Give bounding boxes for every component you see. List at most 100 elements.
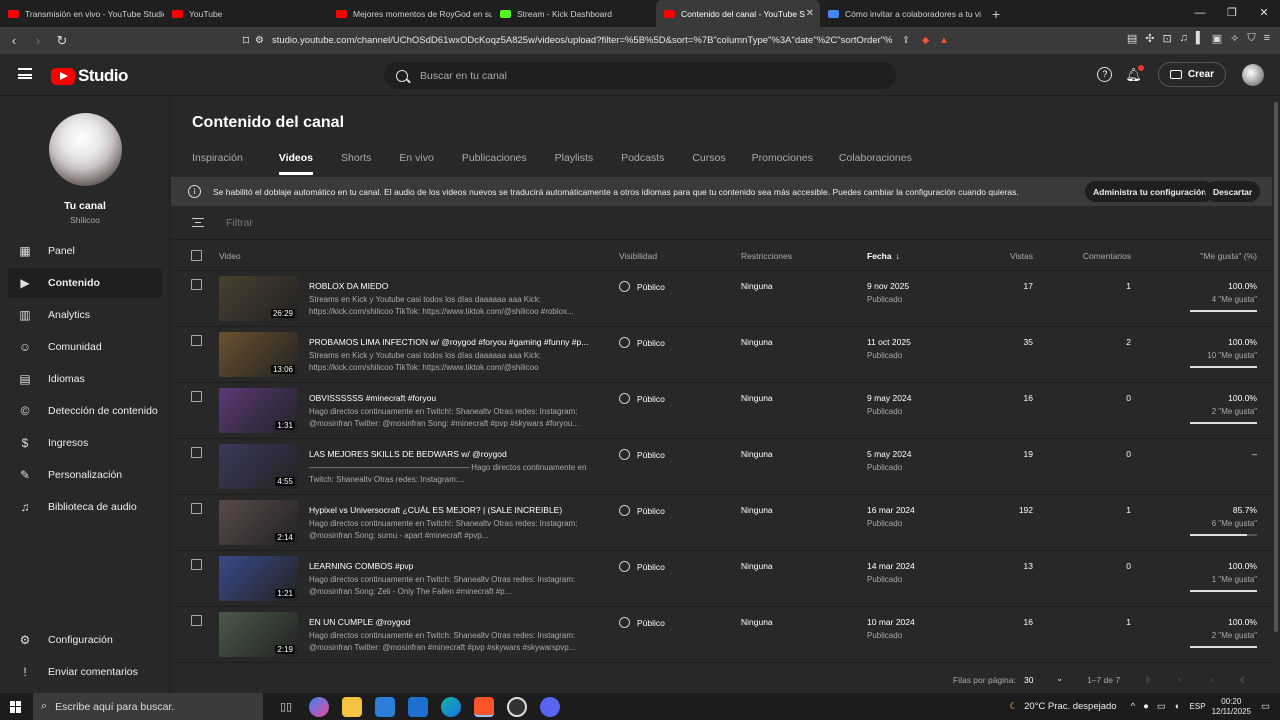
video-title[interactable]: PROBAMOS LIMA INFECTION w/ @roygod #fory…: [309, 337, 599, 347]
sidebar-item[interactable]: © Detección de contenido: [8, 396, 162, 426]
close-window-icon[interactable]: ✕: [1248, 0, 1280, 27]
sidebar-item[interactable]: ! Enviar comentarios: [8, 657, 162, 687]
col-likes[interactable]: "Me gusta" (%): [1200, 251, 1257, 261]
col-views[interactable]: Vistas: [1010, 251, 1033, 261]
share-icon[interactable]: ⇪: [902, 35, 910, 46]
search-input[interactable]: Buscar en tu canal: [384, 62, 896, 89]
filter-bar[interactable]: Filtrar: [171, 206, 1272, 240]
sidebar-item[interactable]: ▶ Contenido: [8, 268, 162, 298]
mail-icon[interactable]: [408, 696, 428, 717]
row-checkbox[interactable]: [191, 391, 202, 402]
video-title[interactable]: LAS MEJORES SKILLS DE BEDWARS w/ @roygod: [309, 449, 599, 459]
browser-tab[interactable]: Contenido del canal - YouTube S ✕: [656, 0, 820, 27]
brave-browser-icon[interactable]: [474, 696, 494, 717]
content-tab[interactable]: Shorts: [341, 152, 371, 164]
video-thumbnail[interactable]: 1:31: [219, 388, 298, 433]
bookmark-icon[interactable]: ⌑: [236, 33, 256, 49]
video-thumbnail[interactable]: 13:06: [219, 332, 298, 377]
dismiss-button[interactable]: Descartar: [1205, 181, 1261, 202]
screenshot-icon[interactable]: ⊡: [1162, 32, 1171, 45]
taskbar-search[interactable]: ⌕ Escribe aquí para buscar.: [33, 693, 263, 720]
vpn-icon[interactable]: ⛉: [1247, 32, 1255, 45]
file-explorer-icon[interactable]: [342, 696, 362, 717]
leo-icon[interactable]: ✧: [1230, 32, 1239, 45]
table-row[interactable]: 26:29 ROBLOX DA MIEDO Streams en Kick y Yo…: [171, 271, 1272, 327]
sidebar-icon[interactable]: ▌: [1196, 32, 1204, 45]
language-indicator[interactable]: ESP: [1190, 702, 1206, 711]
chevron-down-icon[interactable]: ⌄: [1056, 673, 1063, 684]
content-tab[interactable]: Publicaciones: [462, 152, 527, 164]
sidebar-item[interactable]: ✎ Personalización: [8, 460, 162, 490]
content-tab[interactable]: Playlists: [555, 152, 594, 164]
filter-icon[interactable]: [192, 218, 204, 227]
brave-shield-icon[interactable]: ◆: [922, 35, 929, 46]
video-title[interactable]: OBVISSSSSS #minecraft #foryou: [309, 393, 599, 403]
weather-icon[interactable]: ☾: [1010, 701, 1019, 712]
channel-avatar[interactable]: [49, 113, 122, 186]
wallet-icon[interactable]: ▣: [1212, 32, 1222, 45]
obs-icon[interactable]: [507, 696, 527, 717]
row-checkbox[interactable]: [191, 503, 202, 514]
store-icon[interactable]: [375, 696, 395, 717]
forward-icon[interactable]: ›: [28, 33, 48, 48]
content-tab[interactable]: Cursos: [692, 152, 725, 164]
row-checkbox[interactable]: [191, 447, 202, 458]
table-row[interactable]: 1:31 OBVISSSSSS #minecraft #foryou Hago di…: [171, 383, 1272, 439]
row-checkbox[interactable]: [191, 615, 202, 626]
browser-tab[interactable]: Cómo invitar a colaboradores a tu vi: [820, 0, 984, 27]
create-button[interactable]: Crear: [1157, 62, 1226, 87]
col-restrictions[interactable]: Restricciones: [741, 251, 792, 261]
sidebar-item[interactable]: ⚙ Configuración: [8, 625, 162, 655]
windows-start-icon[interactable]: [10, 700, 22, 713]
video-thumbnail[interactable]: 2:14: [219, 500, 298, 545]
table-row[interactable]: 2:14 Hypixel vs Universocraft ¿CUÁL ES ME…: [171, 495, 1272, 551]
visibility-cell[interactable]: Público: [619, 281, 665, 292]
volume-icon[interactable]: ◖: [1174, 701, 1180, 712]
video-thumbnail[interactable]: 1:21: [219, 556, 298, 601]
browser-tab[interactable]: YouTube: [164, 0, 328, 27]
copilot-icon[interactable]: [309, 696, 329, 717]
prev-page-icon[interactable]: ‹: [1178, 674, 1181, 684]
notifications-icon[interactable]: 🔔︎: [1125, 64, 1144, 83]
col-comments[interactable]: Comentarios: [1083, 251, 1131, 261]
row-checkbox[interactable]: [191, 335, 202, 346]
next-page-icon[interactable]: ›: [1210, 674, 1213, 684]
extensions-icon[interactable]: ✣: [1145, 32, 1154, 45]
visibility-cell[interactable]: Público: [619, 617, 665, 628]
back-icon[interactable]: ‹: [4, 33, 24, 48]
sidebar-item[interactable]: ▥ Analytics: [8, 300, 162, 330]
media-icon[interactable]: ♫: [1180, 32, 1188, 45]
discord-icon[interactable]: [540, 696, 560, 717]
sidebar-item[interactable]: $ Ingresos: [8, 428, 162, 458]
table-row[interactable]: 13:06 PROBAMOS LIMA INFECTION w/ @roygod …: [171, 327, 1272, 383]
select-all-checkbox[interactable]: [191, 250, 202, 261]
table-row[interactable]: 2:19 EN UN CUMPLE @roygod Hago directos co…: [171, 607, 1272, 663]
video-thumbnail[interactable]: 26:29: [219, 276, 298, 321]
video-title[interactable]: ROBLOX DA MIEDO: [309, 281, 599, 291]
weather-text[interactable]: 20°C Prac. despejado: [1024, 701, 1117, 712]
browser-tab[interactable]: Stream - Kick Dashboard: [492, 0, 656, 27]
browser-tab[interactable]: Mejores momentos de RoyGod en su: [328, 0, 492, 27]
row-checkbox[interactable]: [191, 279, 202, 290]
visibility-cell[interactable]: Público: [619, 505, 665, 516]
clock[interactable]: 00:20 12/11/2025: [1212, 697, 1251, 717]
studio-logo[interactable]: Studio: [51, 66, 128, 86]
video-thumbnail[interactable]: 4:55: [219, 444, 298, 489]
account-avatar[interactable]: [1242, 63, 1264, 86]
brave-rewards-icon[interactable]: ▲: [939, 35, 948, 46]
content-tab[interactable]: Promociones: [752, 152, 813, 164]
reader-icon[interactable]: ▤: [1127, 32, 1137, 45]
task-view-icon[interactable]: ▯▯: [276, 697, 296, 717]
restore-icon[interactable]: ❐: [1216, 0, 1248, 27]
sidebar-item[interactable]: ▦ Panel: [8, 236, 162, 266]
sidebar-item[interactable]: ▤ Idiomas: [8, 364, 162, 394]
sidebar-item[interactable]: ♫ Biblioteca de audio: [8, 492, 162, 522]
sidebar-item[interactable]: ☺ Comunidad: [8, 332, 162, 362]
scrollbar[interactable]: [1274, 102, 1278, 632]
video-thumbnail[interactable]: 2:19: [219, 612, 298, 657]
url-field[interactable]: ⚙ studio.youtube.com/channel/UChOSdD61wx…: [255, 29, 975, 51]
col-date[interactable]: Fecha ↓: [867, 251, 900, 261]
visibility-cell[interactable]: Público: [619, 393, 665, 404]
content-tab[interactable]: Podcasts: [621, 152, 664, 164]
table-row[interactable]: 1:21 LEARNING COMBOS #pvp Hago directos co…: [171, 551, 1272, 607]
